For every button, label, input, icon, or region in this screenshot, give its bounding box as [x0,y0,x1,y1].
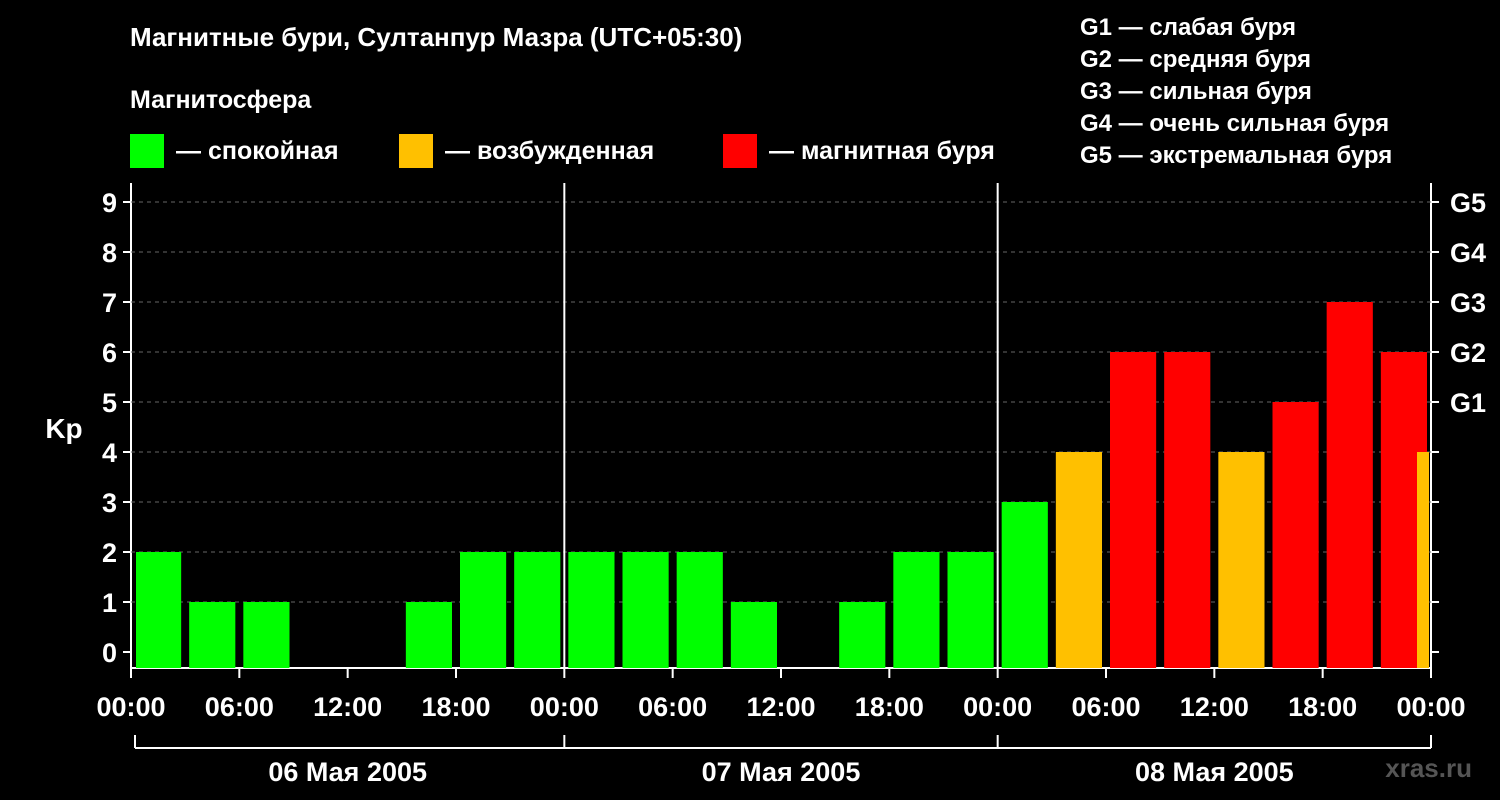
x-tick-label: 18:00 [421,692,490,722]
x-tick-label: 00:00 [963,692,1032,722]
watermark: xras.ru [1385,753,1472,783]
x-tick-label: 06:00 [638,692,707,722]
g-tick-label: G1 [1450,388,1486,418]
x-tick-label: 18:00 [1288,692,1357,722]
y-tick-label: 4 [102,438,117,468]
kp-bar [1055,452,1102,668]
day-label: 08 Мая 2005 [1135,757,1294,787]
y-tick-label: 2 [102,538,117,568]
kp-bar [1326,302,1373,668]
kp-bar [839,602,886,668]
g-tick-label: G3 [1450,288,1486,318]
y-tick-label: 3 [102,488,117,518]
kp-bar [243,602,290,668]
kp-bar [1417,452,1429,668]
x-tick-label: 18:00 [855,692,924,722]
kp-bar [893,552,940,668]
g-tick-label: G4 [1450,238,1486,268]
x-tick-label: 00:00 [530,692,599,722]
y-tick-label: 7 [102,288,117,318]
kp-bar [1218,452,1265,668]
y-tick-label: 0 [102,638,117,668]
kp-bar [1110,352,1157,668]
day-label: 06 Мая 2005 [268,757,427,787]
y-tick-label: 8 [102,238,117,268]
kp-chart: 0 1 2 3 4 5 6 7 8 9 G1 G2 G3 G4 G5 Kp 00:00 06:00 12:00 18:… [45,183,1486,787]
kp-bar [189,602,236,668]
kp-bar [1001,502,1048,668]
y-axis-label: Kp [45,413,82,444]
kp-bar [568,552,615,668]
kp-bar [1164,352,1211,668]
kp-bar [730,602,777,668]
kp-bar [405,602,452,668]
x-tick-label: 00:00 [96,692,165,722]
x-tick-label: 12:00 [313,692,382,722]
y-tick-label: 6 [102,338,117,368]
kp-bar [1272,402,1319,668]
kp-bar [947,552,994,668]
kp-bar [460,552,507,668]
kp-bar [514,552,561,668]
g-tick-label: G5 [1450,188,1486,218]
kp-bar [136,552,182,668]
day-label: 07 Мая 2005 [702,757,861,787]
x-tick-label: 12:00 [746,692,815,722]
g-tick-label: G2 [1450,338,1486,368]
x-tick-label: 00:00 [1396,692,1465,722]
y-tick-label: 9 [102,188,117,218]
kp-bar [622,552,669,668]
y-tick-label: 1 [102,588,117,618]
x-tick-label: 06:00 [205,692,274,722]
y-tick-label: 5 [102,388,117,418]
x-tick-label: 12:00 [1180,692,1249,722]
x-tick-label: 06:00 [1071,692,1140,722]
kp-bar [676,552,723,668]
